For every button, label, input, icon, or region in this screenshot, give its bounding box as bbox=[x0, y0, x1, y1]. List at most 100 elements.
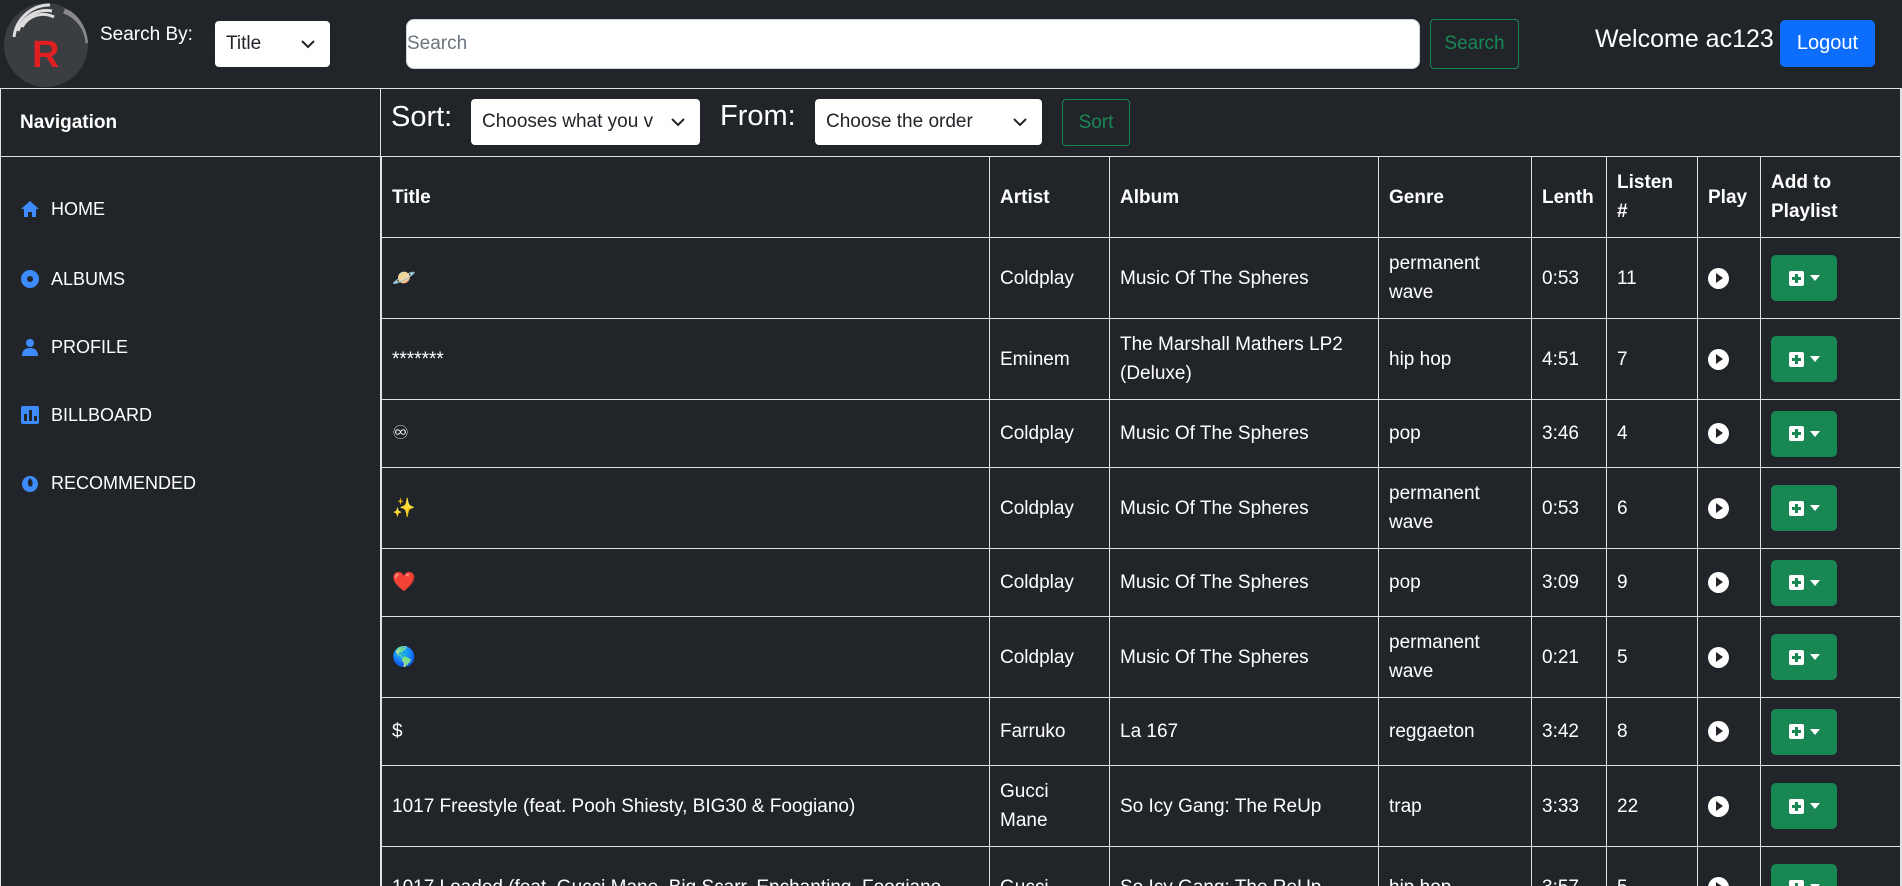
chevron-down-icon bbox=[1012, 99, 1028, 145]
add-to-playlist-button[interactable] bbox=[1771, 336, 1837, 382]
add-to-playlist-button[interactable] bbox=[1771, 634, 1837, 680]
search-button[interactable]: Search bbox=[1430, 19, 1519, 69]
song-length: 3:42 bbox=[1531, 697, 1607, 766]
fire-icon bbox=[19, 472, 41, 494]
sort-order-select[interactable]: Choose the order bbox=[815, 99, 1042, 145]
song-genre: pop bbox=[1378, 399, 1532, 468]
song-album: Music Of The Spheres bbox=[1109, 237, 1379, 319]
song-length: 0:53 bbox=[1531, 237, 1607, 319]
header-length[interactable]: Lenth bbox=[1531, 156, 1607, 238]
song-title: ❤️ bbox=[381, 548, 990, 617]
sidebar-item-billboard[interactable]: BILLBOARD bbox=[19, 404, 152, 426]
table-row: $ Farruko La 167 reggaeton 3:42 8 bbox=[381, 697, 1901, 766]
sidebar-item-label: RECOMMENDED bbox=[51, 472, 197, 493]
bar-chart-icon bbox=[19, 404, 41, 426]
song-artist: Coldplay bbox=[989, 616, 1110, 698]
song-length: 3:46 bbox=[1531, 399, 1607, 468]
add-cell bbox=[1760, 237, 1901, 319]
song-title: 🪐 bbox=[381, 237, 990, 319]
play-icon[interactable] bbox=[1708, 267, 1729, 289]
add-to-playlist-button[interactable] bbox=[1771, 864, 1837, 886]
add-to-playlist-button[interactable] bbox=[1771, 783, 1837, 829]
table-row: 🌎 Coldplay Music Of The Spheres permanen… bbox=[381, 616, 1901, 698]
song-artist: Coldplay bbox=[989, 237, 1110, 319]
header-title[interactable]: Title bbox=[381, 156, 990, 238]
song-artist: Coldplay bbox=[989, 548, 1110, 617]
search-by-label: Search By: bbox=[100, 24, 193, 45]
add-cell bbox=[1760, 697, 1901, 766]
song-listens: 7 bbox=[1606, 318, 1698, 400]
table-row: ❤️ Coldplay Music Of The Spheres pop 3:0… bbox=[381, 548, 1901, 617]
header-album[interactable]: Album bbox=[1109, 156, 1379, 238]
sidebar-item-label: BILLBOARD bbox=[51, 404, 153, 425]
play-cell bbox=[1697, 237, 1761, 319]
caret-down-icon bbox=[1809, 356, 1820, 362]
sidebar-item-label: PROFILE bbox=[51, 336, 129, 357]
play-icon[interactable] bbox=[1708, 721, 1729, 743]
play-icon[interactable] bbox=[1708, 876, 1729, 886]
sidebar-title: Navigation bbox=[1, 88, 380, 157]
sort-field-select[interactable]: Chooses what you v bbox=[471, 99, 700, 145]
logout-button[interactable]: Logout bbox=[1780, 20, 1875, 67]
plus-square-icon bbox=[1788, 500, 1804, 516]
song-album: La 167 bbox=[1109, 697, 1379, 766]
sidebar-item-recommended[interactable]: RECOMMENDED bbox=[19, 472, 196, 494]
plus-square-icon bbox=[1788, 426, 1804, 441]
sidebar-item-home[interactable]: HOME bbox=[19, 198, 105, 220]
table-row: 🪐 Coldplay Music Of The Spheres permanen… bbox=[381, 237, 1901, 319]
song-title: ✨ bbox=[381, 467, 990, 549]
sidebar-item-profile[interactable]: PROFILE bbox=[19, 336, 128, 358]
plus-square-icon bbox=[1788, 798, 1804, 814]
play-cell bbox=[1697, 467, 1761, 549]
sort-field-value: Chooses what you v bbox=[482, 111, 654, 132]
sidebar-item-albums[interactable]: ALBUMS bbox=[19, 268, 125, 290]
plus-square-icon bbox=[1788, 879, 1804, 886]
song-genre: permanent wave bbox=[1378, 467, 1532, 549]
add-to-playlist-button[interactable] bbox=[1771, 410, 1837, 457]
play-icon[interactable] bbox=[1708, 572, 1729, 594]
table-row: 1017 Loaded (feat. Gucci Mane, Big Scarr… bbox=[381, 846, 1901, 886]
add-cell bbox=[1760, 467, 1901, 549]
chevron-down-icon bbox=[670, 99, 686, 145]
from-label: From: bbox=[720, 100, 796, 132]
song-length: 0:21 bbox=[1531, 616, 1607, 698]
song-title: 1017 Loaded (feat. Gucci Mane, Big Scarr… bbox=[381, 846, 990, 886]
song-genre: permanent wave bbox=[1378, 616, 1532, 698]
search-input[interactable] bbox=[406, 19, 1420, 69]
caret-down-icon bbox=[1809, 803, 1820, 809]
header-genre[interactable]: Genre bbox=[1378, 156, 1532, 238]
add-to-playlist-button[interactable] bbox=[1771, 708, 1837, 755]
song-listens: 9 bbox=[1606, 548, 1698, 617]
sort-button[interactable]: Sort bbox=[1062, 99, 1130, 146]
caret-down-icon bbox=[1809, 579, 1820, 586]
search-by-select[interactable]: Title bbox=[215, 21, 330, 67]
play-cell bbox=[1697, 697, 1761, 766]
play-cell bbox=[1697, 846, 1761, 886]
add-cell bbox=[1760, 846, 1901, 886]
welcome-text: Welcome ac123 bbox=[1595, 25, 1774, 53]
play-icon[interactable] bbox=[1708, 423, 1729, 445]
search-by-value: Title bbox=[226, 33, 262, 54]
header-listens[interactable]: Listen # bbox=[1606, 156, 1698, 238]
chevron-down-icon bbox=[300, 21, 316, 67]
play-icon[interactable] bbox=[1708, 348, 1729, 370]
add-to-playlist-button[interactable] bbox=[1771, 255, 1837, 301]
sort-order-value: Choose the order bbox=[826, 111, 973, 132]
header-artist[interactable]: Artist bbox=[989, 156, 1110, 238]
header-play: Play bbox=[1697, 156, 1761, 238]
play-icon[interactable] bbox=[1708, 795, 1729, 817]
song-length: 3:57 bbox=[1531, 846, 1607, 886]
play-cell bbox=[1697, 616, 1761, 698]
add-to-playlist-button[interactable] bbox=[1771, 485, 1837, 531]
disc-icon bbox=[19, 268, 41, 290]
song-artist: Coldplay bbox=[989, 467, 1110, 549]
song-genre: permanent wave bbox=[1378, 237, 1532, 319]
play-icon[interactable] bbox=[1708, 646, 1729, 668]
add-cell bbox=[1760, 548, 1901, 617]
add-to-playlist-button[interactable] bbox=[1771, 559, 1837, 606]
song-genre: reggaeton bbox=[1378, 697, 1532, 766]
play-icon[interactable] bbox=[1708, 497, 1729, 519]
play-cell bbox=[1697, 399, 1761, 468]
plus-square-icon bbox=[1788, 649, 1804, 665]
app-logo[interactable]: R bbox=[4, 3, 88, 87]
